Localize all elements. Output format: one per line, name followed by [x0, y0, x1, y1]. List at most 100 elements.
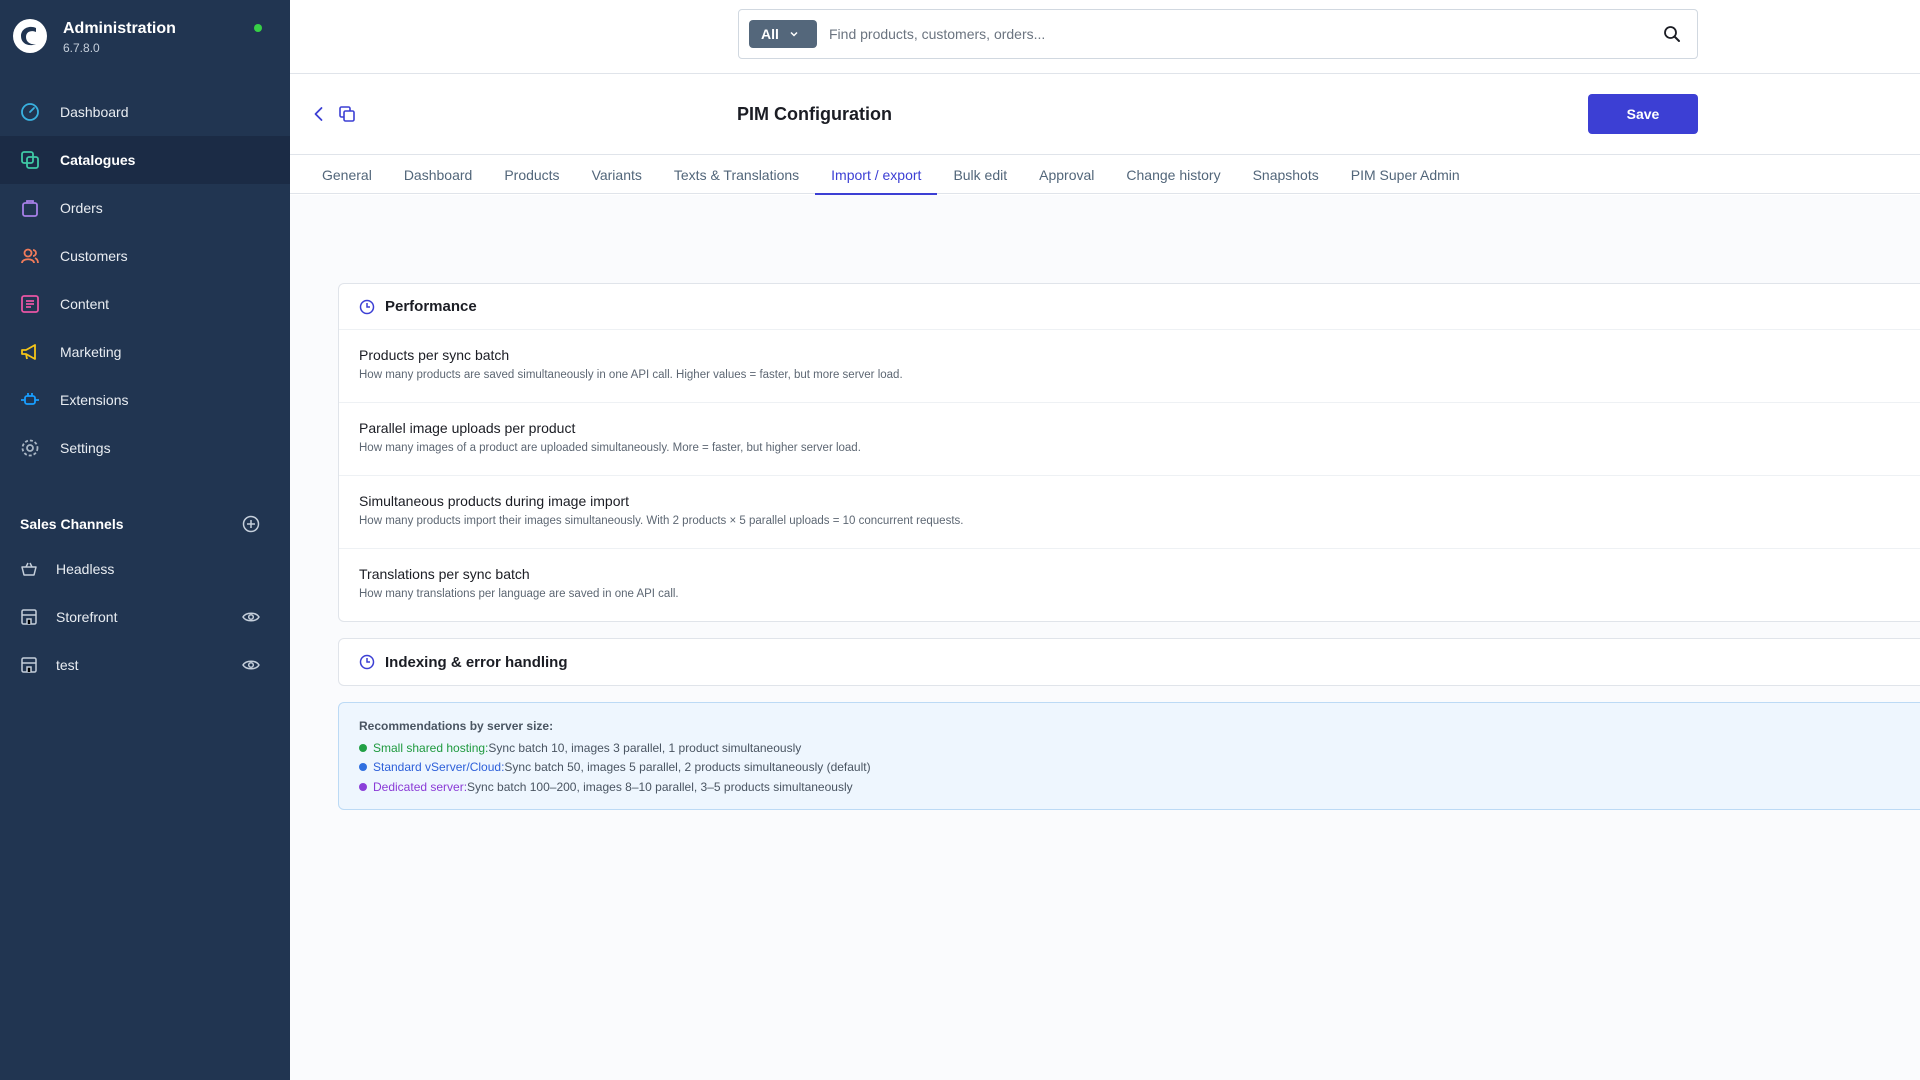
performance-card: Performance Products per sync batch How …	[338, 283, 1920, 622]
setting-description: How many images of a product are uploade…	[359, 442, 861, 454]
recommendation-item: Small shared hosting: Sync batch 10, ima…	[359, 738, 1920, 758]
recommendation-key: Small shared hosting:	[373, 740, 489, 755]
recommendation-key: Standard vServer/Cloud:	[373, 760, 505, 775]
indexing-title: Indexing & error handling	[385, 653, 568, 671]
clock-icon	[359, 299, 375, 314]
recommendation-item: Standard vServer/Cloud: Sync batch 50, i…	[359, 758, 1920, 778]
tab-general[interactable]: General	[306, 156, 388, 194]
tab-import-export[interactable]: Import / export	[815, 156, 938, 195]
sales-channels-list: Headless Storefront test	[0, 545, 290, 689]
tab-approval[interactable]: Approval	[1023, 156, 1110, 194]
recommendations-title: Recommendations by server size:	[359, 719, 554, 733]
nav-label: Catalogues	[60, 152, 136, 168]
page-title: PIM Configuration	[737, 104, 892, 124]
tab-products[interactable]: Products	[488, 156, 575, 194]
setting-row: Products per sync batch How many product…	[339, 330, 1920, 403]
search-type-dropdown[interactable]: All	[749, 20, 817, 48]
nav-label: Dashboard	[60, 104, 129, 120]
search-type-label: All	[761, 26, 779, 42]
performance-title: Performance	[385, 298, 477, 315]
tab-snapshots[interactable]: Snapshots	[1237, 156, 1335, 194]
nav-label: Marketing	[60, 344, 122, 360]
setting-row: Simultaneous products during image impor…	[339, 476, 1920, 549]
sales-channel-label: Storefront	[56, 609, 118, 625]
sales-channel-label: test	[56, 657, 79, 673]
setting-title: Products per sync batch	[359, 347, 510, 363]
recommendation-key: Dedicated server:	[373, 779, 468, 794]
sales-channel-label: Headless	[56, 561, 115, 577]
recommendation-text: Sync batch 50, images 5 parallel, 2 prod…	[504, 760, 871, 775]
tab-bulk-edit[interactable]: Bulk edit	[937, 156, 1023, 194]
indexing-card: Indexing & error handling	[338, 638, 1920, 686]
nav-item-extensions[interactable]: Extensions	[0, 376, 290, 424]
indexing-card-header[interactable]: Indexing & error handling	[339, 639, 1920, 685]
brand[interactable]: Administration 6.7.8.0	[12, 16, 282, 56]
save-button[interactable]: Save	[1588, 94, 1698, 134]
tab-variants[interactable]: Variants	[576, 156, 658, 194]
nav-item-settings[interactable]: Settings	[0, 424, 290, 472]
smart-bar: PIM Configuration Save	[290, 75, 1920, 155]
nav-item-catalogues[interactable]: Catalogues	[0, 136, 290, 184]
brand-title: Administration	[63, 20, 176, 37]
global-search: All	[738, 9, 1698, 59]
orders-icon	[20, 198, 40, 218]
customers-icon	[20, 246, 40, 266]
content-icon	[20, 294, 40, 314]
sales-channel-storefront[interactable]: Storefront	[0, 593, 290, 641]
performance-card-header[interactable]: Performance	[339, 284, 1920, 330]
main-content: Performance Products per sync batch How …	[290, 195, 1920, 1080]
back-arrow-icon[interactable]	[310, 105, 328, 123]
setting-row: Translations per sync batch How many tra…	[339, 549, 1920, 622]
status-dot	[359, 743, 367, 752]
marketing-icon	[20, 342, 40, 362]
nav-item-dashboard[interactable]: Dashboard	[0, 88, 290, 136]
add-sales-channel-icon[interactable]	[242, 515, 260, 533]
setting-title: Parallel image uploads per product	[359, 420, 576, 436]
recommendation-text: Sync batch 100–200, images 8–10 parallel…	[467, 779, 853, 794]
chevron-down-icon	[790, 31, 798, 37]
sidebar: Administration 6.7.8.0 Dashboard Catalog…	[0, 0, 290, 1080]
shopware-logo-icon	[13, 19, 47, 53]
setting-description: How many products import their images si…	[359, 515, 964, 527]
extensions-icon	[20, 390, 40, 410]
online-status-dot	[254, 24, 262, 32]
basket-icon	[20, 560, 38, 578]
storefront-icon	[20, 656, 38, 674]
nav-label: Settings	[60, 440, 111, 456]
sales-channel-test[interactable]: test	[0, 641, 290, 689]
dashboard-icon	[20, 102, 40, 122]
search-input[interactable]	[829, 22, 1609, 46]
brand-version: 6.7.8.0	[63, 41, 100, 55]
storefront-icon	[20, 608, 38, 626]
nav-label: Extensions	[60, 392, 129, 408]
eye-icon[interactable]	[242, 608, 260, 626]
top-bar: All	[290, 0, 1920, 74]
eye-icon[interactable]	[242, 656, 260, 674]
setting-description: How many translations per language are s…	[359, 588, 679, 600]
tab-pim-super-admin[interactable]: PIM Super Admin	[1335, 156, 1476, 194]
setting-description: How many products are saved simultaneous…	[359, 369, 903, 381]
sales-channel-headless[interactable]: Headless	[0, 545, 290, 593]
nav-item-orders[interactable]: Orders	[0, 184, 290, 232]
setting-title: Translations per sync batch	[359, 566, 530, 582]
config-tabs: General Dashboard Products Variants Text…	[290, 156, 1920, 195]
tab-change-history[interactable]: Change history	[1110, 156, 1236, 194]
nav-label: Orders	[60, 200, 103, 216]
catalogues-icon	[20, 150, 40, 170]
nav-label: Content	[60, 296, 110, 312]
tab-texts-translations[interactable]: Texts & Translations	[658, 156, 815, 194]
nav-item-content[interactable]: Content	[0, 280, 290, 328]
tab-dashboard[interactable]: Dashboard	[388, 156, 489, 194]
recommendations-box: Recommendations by server size: Small sh…	[338, 702, 1920, 810]
settings-icon	[20, 438, 40, 458]
nav-label: Customers	[60, 248, 128, 264]
setting-row: Parallel image uploads per product How m…	[339, 403, 1920, 476]
copy-icon[interactable]	[338, 105, 356, 123]
setting-title: Simultaneous products during image impor…	[359, 493, 630, 509]
sales-channels-title: Sales Channels	[20, 516, 124, 532]
nav-item-customers[interactable]: Customers	[0, 232, 290, 280]
search-icon[interactable]	[1663, 25, 1681, 43]
status-dot	[359, 763, 367, 772]
nav-item-marketing[interactable]: Marketing	[0, 328, 290, 376]
sales-channels-header: Sales Channels	[20, 512, 260, 536]
